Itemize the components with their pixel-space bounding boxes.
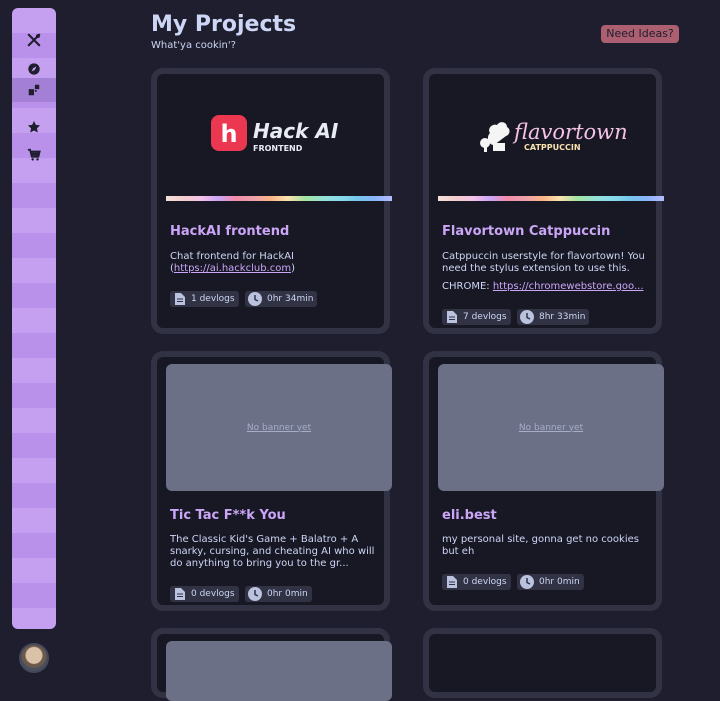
project-banner [166, 641, 392, 701]
svg-text:h: h [220, 120, 237, 148]
sidebar-item-kitchen[interactable] [12, 28, 56, 52]
no-banner-link[interactable]: No banner yet [247, 423, 311, 433]
project-card[interactable] [423, 628, 662, 698]
time-badge: 0hr 0min [245, 586, 312, 602]
project-banner: No banner yet [166, 364, 392, 491]
project-title[interactable]: Tic Tac F**k You [170, 508, 286, 523]
project-card[interactable]: No banner yet eli.best my personal site,… [423, 351, 664, 611]
utensils-icon [27, 33, 41, 47]
project-title[interactable]: Flavortown Catppuccin [442, 224, 610, 239]
cart-icon [27, 148, 41, 161]
project-card[interactable]: No banner yet Tic Tac F**k You The Class… [151, 351, 392, 611]
project-description: The Classic Kid's Game + Balatro + A sna… [170, 534, 375, 569]
project-description: Catppuccin userstyle for flavortown! You… [442, 251, 645, 292]
clock-icon [520, 310, 534, 324]
clock-icon [520, 575, 534, 589]
project-description: Chat frontend for HackAI (https://ai.hac… [170, 251, 295, 274]
document-icon [447, 576, 457, 588]
project-banner: h Hack AI FRONTEND [166, 79, 392, 201]
page-subtitle: What'ya cookin'? [151, 40, 236, 51]
project-title[interactable]: eli.best [442, 508, 497, 523]
sidebar-item-projects[interactable] [12, 78, 56, 102]
project-banner: flavortown CATPPUCCIN [438, 79, 664, 201]
sidebar-item-shop[interactable] [12, 143, 56, 167]
sidebar-item-favorites[interactable] [12, 115, 56, 139]
svg-text:Hack AI: Hack AI [253, 119, 339, 143]
time-badge: 0hr 34min [245, 291, 318, 307]
project-title[interactable]: HackAI frontend [170, 224, 289, 239]
document-icon [447, 311, 457, 323]
document-icon [175, 588, 185, 600]
document-icon [175, 293, 185, 305]
svg-text:flavortown: flavortown [512, 120, 626, 144]
devlogs-badge: 0 devlogs [442, 574, 511, 590]
projects-icon [28, 84, 40, 96]
project-link[interactable]: https://ai.hackclub.com [174, 263, 291, 274]
project-link[interactable]: https://chromewebstore.goo... [493, 281, 644, 292]
star-icon [27, 121, 41, 133]
no-banner-link[interactable]: No banner yet [519, 423, 583, 433]
svg-text:FRONTEND: FRONTEND [253, 144, 303, 153]
sidebar [12, 8, 56, 629]
project-card[interactable]: h Hack AI FRONTEND HackAI frontend Chat … [151, 68, 392, 334]
user-avatar[interactable] [19, 643, 49, 673]
banner-stripe [438, 196, 664, 201]
time-badge: 0hr 0min [517, 574, 584, 590]
page-title: My Projects [151, 12, 297, 37]
need-ideas-button[interactable]: Need Ideas? [601, 25, 679, 43]
devlogs-badge: 0 devlogs [170, 586, 239, 602]
clock-icon [248, 292, 262, 306]
banner-stripe [166, 196, 392, 201]
project-card[interactable] [151, 628, 392, 701]
devlogs-badge: 7 devlogs [442, 309, 511, 325]
project-banner [438, 641, 664, 701]
project-card[interactable]: flavortown CATPPUCCIN Flavortown Catppuc… [423, 68, 664, 334]
clock-icon [248, 587, 262, 601]
time-badge: 8hr 33min [517, 309, 590, 325]
svg-text:CATPPUCCIN: CATPPUCCIN [524, 143, 581, 152]
flavortown-logo: flavortown CATPPUCCIN [480, 120, 626, 152]
hackai-logo: h Hack AI FRONTEND [211, 115, 339, 153]
compass-icon [28, 63, 40, 75]
project-banner: No banner yet [438, 364, 664, 491]
project-description: my personal site, gonna get no cookies b… [442, 534, 639, 557]
devlogs-badge: 1 devlogs [170, 291, 239, 307]
